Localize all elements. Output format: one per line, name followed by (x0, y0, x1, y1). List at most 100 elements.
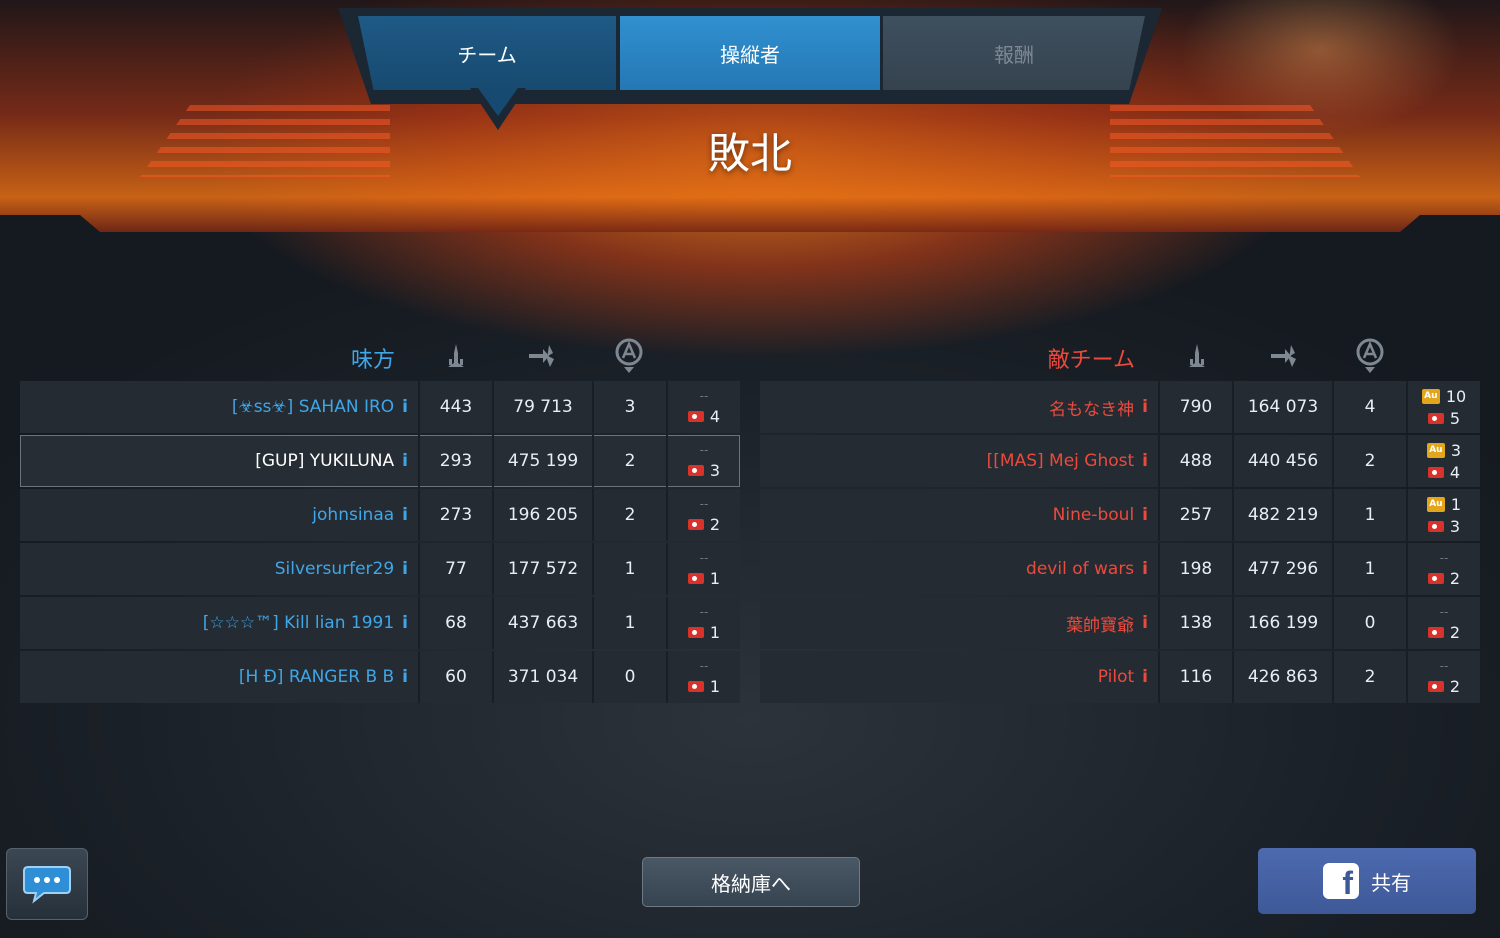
reward-cell: Au 1 3 (1406, 489, 1480, 541)
kills-value: 790 (1158, 381, 1232, 433)
player-name: 葉帥寶爺 (1066, 615, 1135, 636)
ticket-reward-value: 4 (1449, 462, 1461, 482)
capture-column-icon (1350, 338, 1390, 374)
capture-value: 2 (592, 435, 666, 487)
player-info-icon[interactable]: i (402, 505, 408, 525)
enemy-player-row[interactable]: Nine-boul i 257 482 219 1 Au 1 3 (760, 489, 1480, 541)
facebook-share-button[interactable]: f 共有 (1258, 848, 1476, 914)
damage-value: 79 713 (492, 381, 592, 433)
reward-cell: -- 4 (666, 381, 740, 433)
enemy-player-row[interactable]: 名もなき神 i 790 164 073 4 Au 10 5 (760, 381, 1480, 433)
reward-cell: -- 3 (666, 435, 740, 487)
reward-cell: -- 2 (1406, 651, 1480, 703)
tab-rewards-label: 報酬 (994, 42, 1034, 67)
enemy-player-row[interactable]: Pilot i 116 426 863 2 -- 2 (760, 651, 1480, 703)
gold-reward-value: 3 (1450, 440, 1462, 460)
capture-value: 1 (1332, 543, 1406, 595)
player-info-icon[interactable]: i (1142, 505, 1148, 525)
player-info-icon[interactable]: i (402, 397, 408, 417)
capture-value: 0 (1332, 597, 1406, 649)
ally-player-row[interactable]: [☆☆☆™] Kill lian 1991 i 68 437 663 1 -- 1 (20, 597, 740, 649)
damage-value: 164 073 (1232, 381, 1332, 433)
player-info-icon[interactable]: i (1142, 397, 1148, 417)
player-name-cell: Pilot i (760, 651, 1158, 703)
ticket-reward-value: 5 (1449, 408, 1461, 428)
enemy-player-row[interactable]: devil of wars i 198 477 296 1 -- 2 (760, 543, 1480, 595)
capture-value: 0 (592, 651, 666, 703)
ticket-reward-value: 1 (709, 622, 721, 642)
kills-value: 68 (418, 597, 492, 649)
ticket-reward-value: 1 (709, 568, 721, 588)
tab-rewards[interactable]: 報酬 (883, 16, 1145, 90)
ticket-reward-value: 3 (1449, 516, 1461, 536)
ticket-icon (1427, 520, 1444, 532)
capture-column-icon (609, 338, 649, 374)
ally-player-row[interactable]: [H Ð] RANGER B B i 60 371 034 0 -- 1 (20, 651, 740, 703)
kills-value: 488 (1158, 435, 1232, 487)
capture-value: 2 (592, 489, 666, 541)
go-to-hangar-button[interactable]: 格納庫へ (642, 857, 860, 907)
player-name-cell: [H Ð] RANGER B B i (20, 651, 418, 703)
enemy-player-row[interactable]: 葉帥寶爺 i 138 166 199 0 -- 2 (760, 597, 1480, 649)
reward-cell: Au 3 4 (1406, 435, 1480, 487)
player-name-cell: [GUP] YUKILUNA i (20, 435, 418, 487)
capture-value: 1 (1332, 489, 1406, 541)
reward-cell: -- 2 (666, 489, 740, 541)
capture-value: 2 (1332, 435, 1406, 487)
hangar-button-label: 格納庫へ (711, 871, 791, 896)
ticket-reward-value: 1 (709, 676, 721, 696)
player-info-icon[interactable]: i (1142, 451, 1148, 471)
ticket-icon (1427, 412, 1444, 424)
kills-value: 257 (1158, 489, 1232, 541)
player-info-icon[interactable]: i (1142, 559, 1148, 579)
kills-value: 60 (418, 651, 492, 703)
player-name: Nine-boul (1052, 505, 1135, 525)
ticket-icon (687, 464, 704, 476)
reward-cell: -- 2 (1406, 543, 1480, 595)
damage-column-icon (1264, 338, 1304, 374)
reward-cell: Au 10 5 (1406, 381, 1480, 433)
player-info-icon[interactable]: i (402, 667, 408, 687)
damage-value: 371 034 (492, 651, 592, 703)
tab-pilots[interactable]: 操縦者 (620, 16, 880, 90)
player-info-icon[interactable]: i (1142, 667, 1148, 687)
damage-value: 177 572 (492, 543, 592, 595)
kills-value: 443 (418, 381, 492, 433)
tab-team[interactable]: チーム (358, 16, 616, 90)
ticket-icon (1427, 466, 1444, 478)
enemy-player-row[interactable]: [[MAS] Mej Ghost i 488 440 456 2 Au 3 4 (760, 435, 1480, 487)
ally-player-row[interactable]: [GUP] YUKILUNA i 293 475 199 2 -- 3 (20, 435, 740, 487)
gold-reward-empty: -- (1439, 551, 1449, 565)
tab-pointer-fill (478, 88, 518, 116)
tab-team-label: チーム (457, 42, 517, 67)
ticket-reward-value: 2 (1449, 676, 1461, 696)
player-info-icon[interactable]: i (1142, 613, 1148, 633)
chat-button[interactable] (6, 848, 88, 920)
gold-reward-empty: -- (699, 443, 709, 457)
player-name: [☆☆☆™] Kill lian 1991 (202, 613, 395, 633)
damage-value: 166 199 (1232, 597, 1332, 649)
player-name: johnsinaa (312, 505, 395, 525)
player-info-icon[interactable]: i (402, 451, 408, 471)
ally-player-row[interactable]: [☣ss☣] SAHAN IRO i 443 79 713 3 -- 4 (20, 381, 740, 433)
gold-reward-empty: -- (699, 659, 709, 673)
gold-reward-empty: -- (1439, 659, 1449, 673)
player-name: [H Ð] RANGER B B (238, 667, 395, 687)
ticket-icon (687, 680, 704, 692)
ticket-reward-value: 2 (1449, 568, 1461, 588)
kills-column-icon (436, 338, 476, 374)
reward-cell: -- 1 (666, 543, 740, 595)
player-name-cell: devil of wars i (760, 543, 1158, 595)
damage-value: 437 663 (492, 597, 592, 649)
player-info-icon[interactable]: i (402, 613, 408, 633)
share-button-label: 共有 (1371, 870, 1411, 895)
ally-team-header: 味方 (350, 348, 395, 373)
ally-player-row[interactable]: Silversurfer29 i 77 177 572 1 -- 1 (20, 543, 740, 595)
ally-player-row[interactable]: johnsinaa i 273 196 205 2 -- 2 (20, 489, 740, 541)
gold-reward-empty: -- (699, 497, 709, 511)
player-info-icon[interactable]: i (402, 559, 408, 579)
gold-icon: Au (1426, 442, 1445, 458)
ticket-reward-value: 3 (709, 460, 721, 480)
enemy-team-header: 敵チーム (1047, 348, 1135, 373)
kills-value: 198 (1158, 543, 1232, 595)
